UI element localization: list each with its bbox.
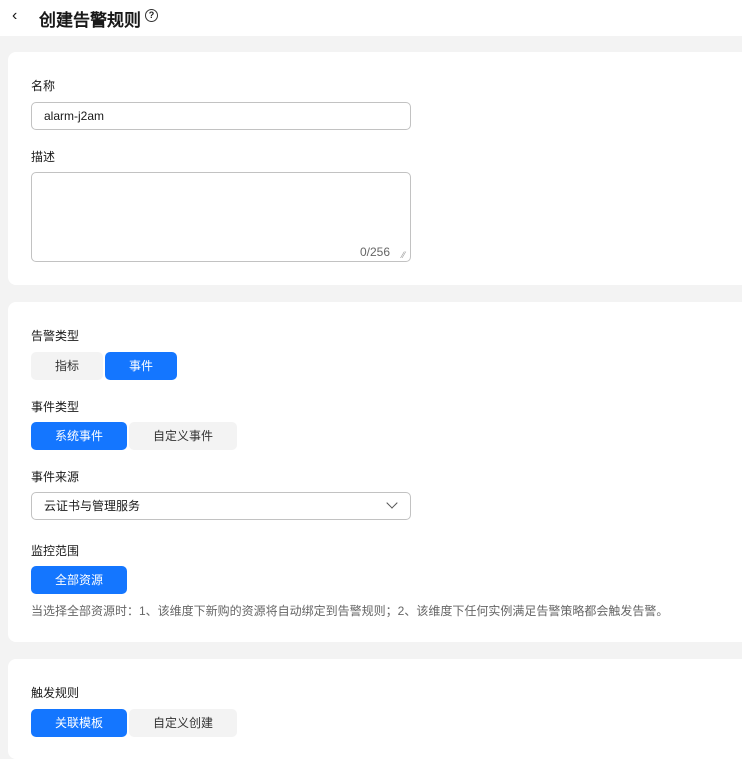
- event-source-value: 云证书与管理服务: [44, 499, 141, 513]
- name-value: alarm-j2am: [44, 109, 105, 123]
- basic-info-card: 名称 alarm-j2am 描述 0/256 ⁄⁄: [8, 52, 742, 285]
- resize-handle-icon[interactable]: ⁄⁄: [402, 250, 405, 260]
- event-type-system[interactable]: 系统事件: [31, 422, 127, 450]
- event-source-label: 事件来源: [31, 470, 80, 484]
- name-label: 名称: [31, 79, 56, 93]
- alarm-type-metric[interactable]: 指标: [31, 352, 103, 380]
- description-counter: 0/256: [359, 245, 390, 259]
- trigger-rule-label: 触发规则: [31, 686, 80, 700]
- scope-hint: 当选择全部资源时：1、该维度下新购的资源将自动绑定到告警规则；2、该维度下任何实…: [31, 604, 669, 618]
- description-label: 描述: [31, 150, 56, 164]
- trigger-rule-card: 触发规则 关联模板 自定义创建: [8, 659, 742, 759]
- scope-label: 监控范围: [31, 544, 80, 558]
- chevron-down-icon: [386, 497, 398, 509]
- trigger-custom-option[interactable]: 自定义创建: [129, 709, 237, 737]
- alarm-type-event[interactable]: 事件: [105, 352, 177, 380]
- description-textarea[interactable]: 0/256 ⁄⁄: [31, 172, 411, 262]
- scope-all-resources-button[interactable]: 全部资源: [31, 566, 127, 594]
- trigger-template-option[interactable]: 关联模板: [31, 709, 127, 737]
- alarm-type-label: 告警类型: [31, 329, 80, 343]
- event-source-select[interactable]: 云证书与管理服务: [31, 492, 411, 520]
- event-type-label: 事件类型: [31, 400, 80, 414]
- event-type-custom[interactable]: 自定义事件: [129, 422, 237, 450]
- page-title: 创建告警规则: [39, 11, 141, 30]
- back-icon[interactable]: ‹: [12, 7, 17, 25]
- alarm-config-card: 告警类型 指标 事件 事件类型 系统事件 自定义事件 事件来源 云证书与管理服务…: [8, 302, 742, 642]
- help-icon[interactable]: ?: [145, 9, 158, 22]
- page-header: ‹ 创建告警规则 ?: [0, 0, 742, 36]
- name-input[interactable]: alarm-j2am: [31, 102, 411, 130]
